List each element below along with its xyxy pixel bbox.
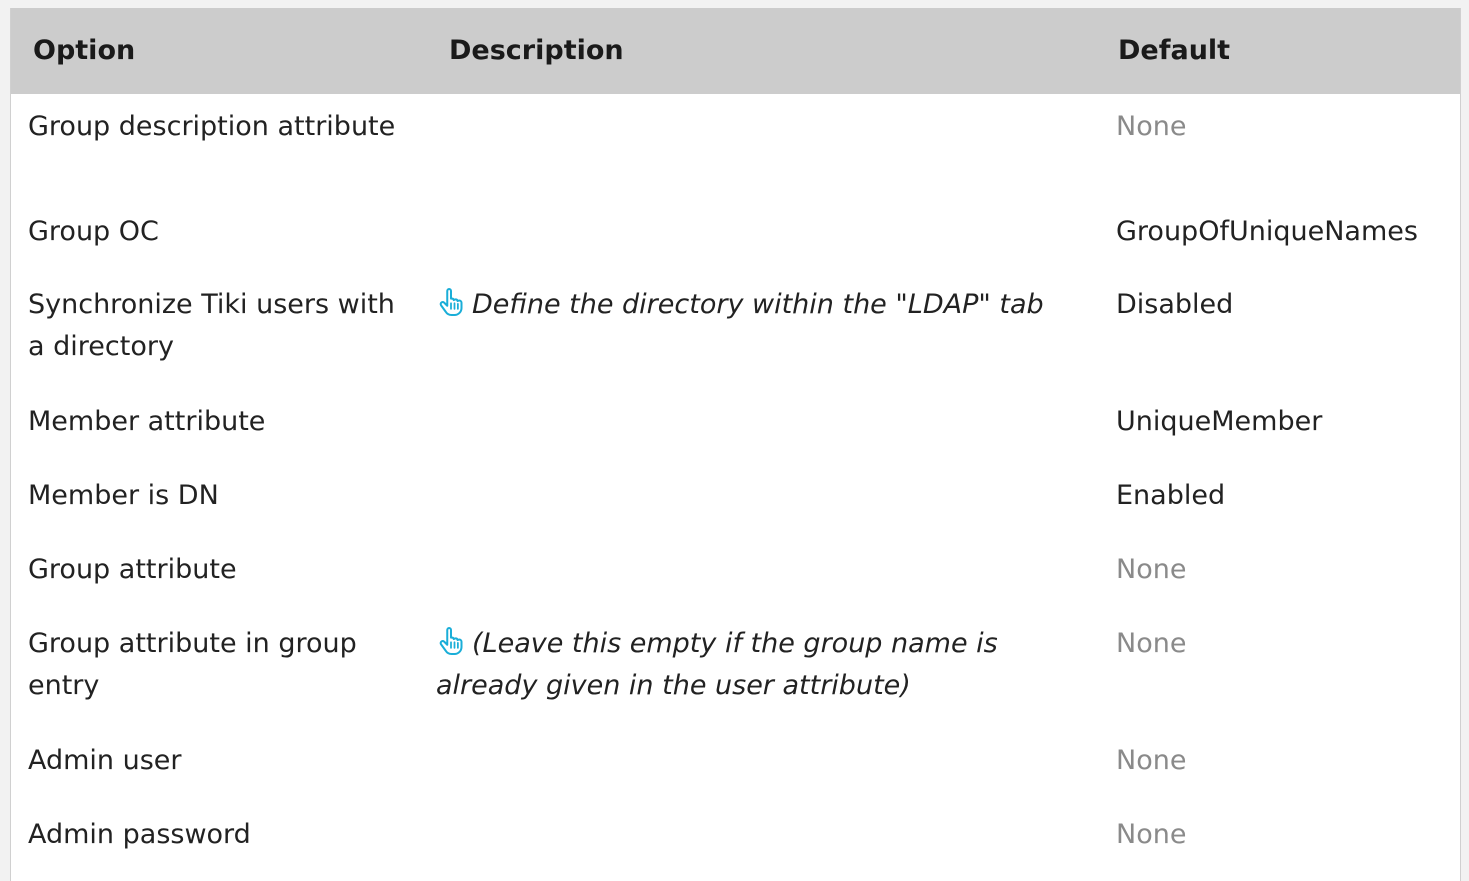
- option-cell: Group attribute: [28, 554, 237, 585]
- option-cell: Group attribute in group entry: [28, 628, 357, 701]
- option-cell: Admin user: [28, 745, 182, 776]
- table-body: Group description attribute None Group O…: [11, 94, 1460, 881]
- description-text: Define the directory within the "LDAP" t…: [472, 289, 1044, 320]
- table-row: Group attribute in group entry (Leave th…: [11, 623, 1460, 740]
- default-cell: None: [1116, 554, 1187, 585]
- table-row: Admin password None: [11, 814, 1460, 881]
- default-cell: None: [1116, 628, 1187, 659]
- option-cell: Synchronize Tiki users with a directory: [28, 289, 395, 362]
- table-row: Group description attribute None: [11, 94, 1460, 211]
- table-row: Synchronize Tiki users with a directory …: [11, 284, 1460, 401]
- default-cell: None: [1116, 819, 1187, 850]
- description-cell: [419, 94, 1096, 211]
- description-cell: [419, 475, 1096, 549]
- default-cell: None: [1116, 111, 1187, 142]
- option-cell: Group description attribute: [28, 111, 396, 142]
- table-row: Admin user None: [11, 740, 1460, 814]
- table-row: Member attribute UniqueMember: [11, 401, 1460, 475]
- pointing-hand-icon: [436, 287, 466, 317]
- table-header: Option Description Default: [11, 8, 1460, 94]
- header-option: Option: [11, 8, 419, 94]
- preferences-table-frame: Option Description Default Group descrip…: [10, 8, 1461, 881]
- preferences-table: Option Description Default Group descrip…: [11, 8, 1460, 881]
- table-header-row: Option Description Default: [11, 8, 1460, 94]
- default-cell: None: [1116, 745, 1187, 776]
- table-row: Group OC GroupOfUniqueNames: [11, 211, 1460, 284]
- option-cell: Member is DN: [28, 480, 219, 511]
- table-row: Member is DN Enabled: [11, 475, 1460, 549]
- default-cell: Enabled: [1116, 480, 1226, 511]
- default-cell: Disabled: [1116, 289, 1234, 320]
- default-cell: GroupOfUniqueNames: [1116, 216, 1418, 247]
- description-cell: (Leave this empty if the group name is a…: [419, 623, 1096, 740]
- header-default: Default: [1096, 8, 1460, 94]
- option-cell: Admin password: [28, 819, 251, 850]
- description-cell: Define the directory within the "LDAP" t…: [419, 284, 1096, 401]
- option-cell: Member attribute: [28, 406, 266, 437]
- default-cell: UniqueMember: [1116, 406, 1323, 437]
- description-text: (Leave this empty if the group name is a…: [436, 628, 998, 701]
- description-cell: [419, 740, 1096, 814]
- description-cell: [419, 401, 1096, 475]
- description-cell: [419, 814, 1096, 881]
- table-row: Group attribute None: [11, 549, 1460, 623]
- description-cell: [419, 211, 1096, 284]
- description-cell: [419, 549, 1096, 623]
- option-cell: Group OC: [28, 216, 159, 247]
- pointing-hand-icon: [436, 626, 466, 656]
- header-description: Description: [419, 8, 1096, 94]
